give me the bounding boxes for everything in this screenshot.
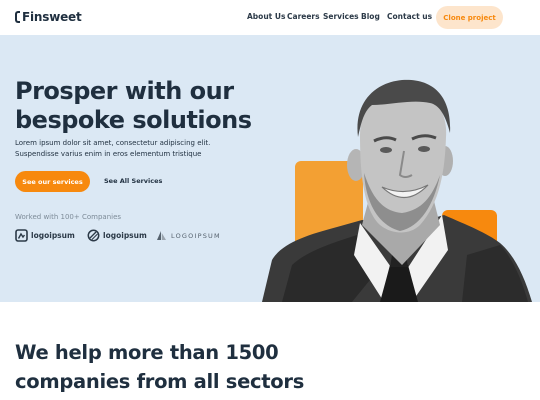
see-our-services-button[interactable]: See our services — [15, 171, 90, 192]
company-logos: logoipsum logoipsum LOGOIPSUM — [15, 229, 225, 245]
nav-link-contact-us[interactable]: Contact us — [387, 12, 432, 21]
nav-link-about-us[interactable]: About Us — [247, 12, 285, 21]
worked-with-label: Worked with 100+ Companies — [15, 213, 122, 221]
hero-title-line-2: bespoke solutions — [15, 106, 252, 134]
nav-link-careers[interactable]: Careers — [287, 12, 320, 21]
company-logo-3-text: LOGOIPSUM — [171, 231, 221, 240]
logoipsum-square-icon — [15, 229, 28, 242]
nav-link-services[interactable]: Services — [323, 12, 359, 21]
companies-heading-line-2: companies from all sectors — [15, 370, 305, 393]
companies-heading: We help more than 1500 companies from al… — [15, 338, 415, 396]
company-logo-1: logoipsum — [15, 229, 75, 242]
nav-link-blog[interactable]: Blog — [361, 12, 380, 21]
clone-project-button[interactable]: Clone project — [436, 6, 503, 29]
hero-section: Prosper with our bespoke solutions Lorem… — [0, 35, 540, 302]
hero-description-line-2: Suspendisse varius enim in eros elementu… — [15, 150, 202, 158]
logoipsum-circle-icon — [87, 229, 100, 242]
hero-title: Prosper with our bespoke solutions — [15, 77, 275, 135]
company-logo-3: LOGOIPSUM — [155, 229, 221, 242]
company-logo-2-text: logoipsum — [103, 231, 147, 240]
top-navigation: Finsweet About Us Careers Services Blog … — [0, 0, 540, 35]
hero-description-line-1: Lorem ipsum dolor sit amet, consectetur … — [15, 139, 211, 147]
hero-title-line-1: Prosper with our — [15, 77, 234, 105]
see-all-services-link[interactable]: See All Services — [104, 177, 162, 185]
companies-heading-line-1: We help more than 1500 — [15, 341, 279, 364]
company-logo-1-text: logoipsum — [31, 231, 75, 240]
logoipsum-prism-icon — [157, 231, 166, 240]
company-logo-2: logoipsum — [87, 229, 147, 242]
hero-description: Lorem ipsum dolor sit amet, consectetur … — [15, 138, 255, 160]
hero-portrait-image — [262, 79, 532, 302]
